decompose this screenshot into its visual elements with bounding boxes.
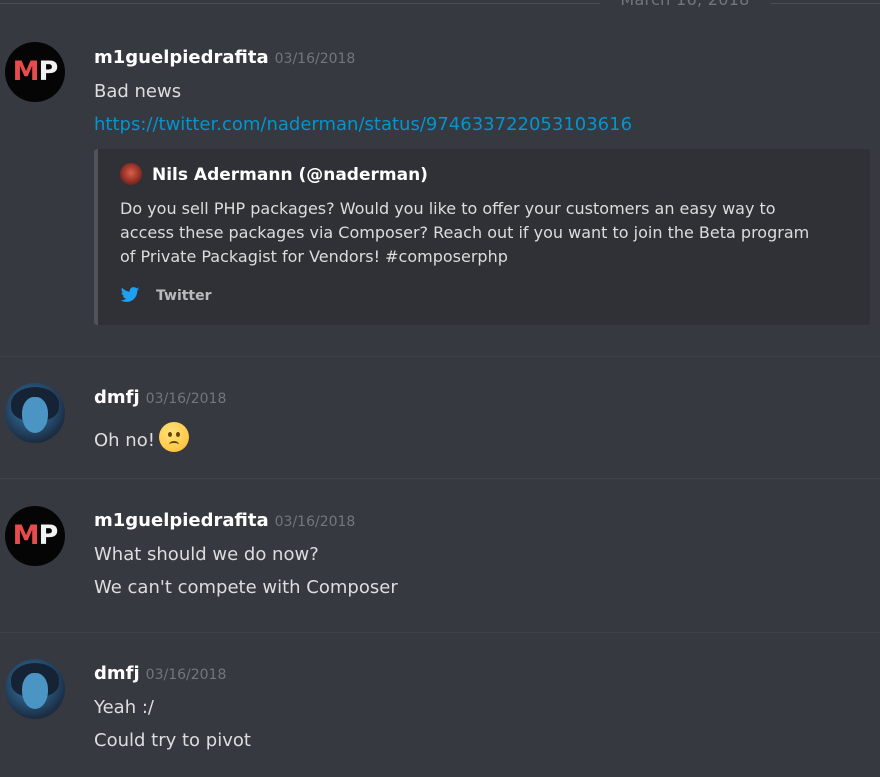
date-divider-label: March 16, 2018 — [610, 0, 760, 9]
username[interactable]: m1guelpiedrafita — [94, 47, 269, 68]
avatar[interactable] — [5, 383, 65, 443]
mp-logo-icon: MP — [12, 520, 59, 551]
tweet-embed: Nils Adermann (@naderman) Do you sell PH… — [94, 149, 870, 325]
message-header: dmfj 03/16/2018 — [94, 662, 226, 686]
message-divider — [0, 478, 880, 479]
avatar[interactable] — [5, 659, 65, 719]
timestamp: 03/16/2018 — [145, 391, 227, 407]
message-header: m1guelpiedrafita 03/16/2018 — [94, 509, 355, 533]
username[interactable]: dmfj — [94, 663, 140, 684]
twitter-bird-icon — [120, 287, 140, 302]
avatar[interactable]: MP — [5, 506, 65, 566]
chat-messages: March 16, 2018 MP m1guelpiedrafita 03/16/… — [0, 0, 880, 777]
date-divider: March 16, 2018 — [0, 0, 880, 12]
avatar[interactable]: MP — [5, 42, 65, 102]
message-text: Yeah :/ — [94, 697, 154, 718]
message-text: We can't compete with Composer — [94, 577, 398, 598]
message-divider — [0, 356, 880, 357]
author-avatar-icon — [120, 163, 142, 185]
divider-line — [770, 3, 880, 4]
embed-author[interactable]: Nils Adermann (@naderman) — [120, 163, 428, 187]
embed-description-line: of Private Packagist for Vendors! #compo… — [120, 247, 508, 266]
portrait-face — [22, 673, 48, 709]
username[interactable]: dmfj — [94, 387, 140, 408]
embed-description-line: Do you sell PHP packages? Would you like… — [120, 199, 776, 218]
message-text: Oh no! — [94, 430, 155, 451]
timestamp: 03/16/2018 — [145, 667, 227, 683]
slightly-frowning-face-emoji-icon[interactable] — [158, 422, 189, 452]
message-text: Bad news — [94, 81, 182, 102]
embed-author-name[interactable]: Nils Adermann (@naderman) — [152, 165, 428, 185]
username[interactable]: m1guelpiedrafita — [94, 510, 269, 531]
embed-description: Do you sell PHP packages? Would you like… — [120, 197, 860, 269]
timestamp: 03/16/2018 — [274, 51, 356, 67]
timestamp: 03/16/2018 — [274, 514, 356, 530]
message-header: dmfj 03/16/2018 — [94, 386, 226, 410]
message-text: Could try to pivot — [94, 730, 251, 751]
message-text: What should we do now? — [94, 544, 319, 565]
message-link[interactable]: https://twitter.com/naderman/status/9746… — [94, 113, 632, 137]
message-divider — [0, 632, 880, 633]
mp-logo-icon: MP — [12, 56, 59, 87]
embed-footer-text: Twitter — [156, 288, 212, 304]
portrait-face — [22, 397, 48, 433]
embed-description-line: access these packages via Composer? Reac… — [120, 223, 810, 242]
message-text-row: Oh no! — [94, 422, 189, 453]
embed-footer: Twitter — [120, 285, 212, 305]
message-header: m1guelpiedrafita 03/16/2018 — [94, 46, 355, 70]
divider-line — [0, 3, 600, 4]
